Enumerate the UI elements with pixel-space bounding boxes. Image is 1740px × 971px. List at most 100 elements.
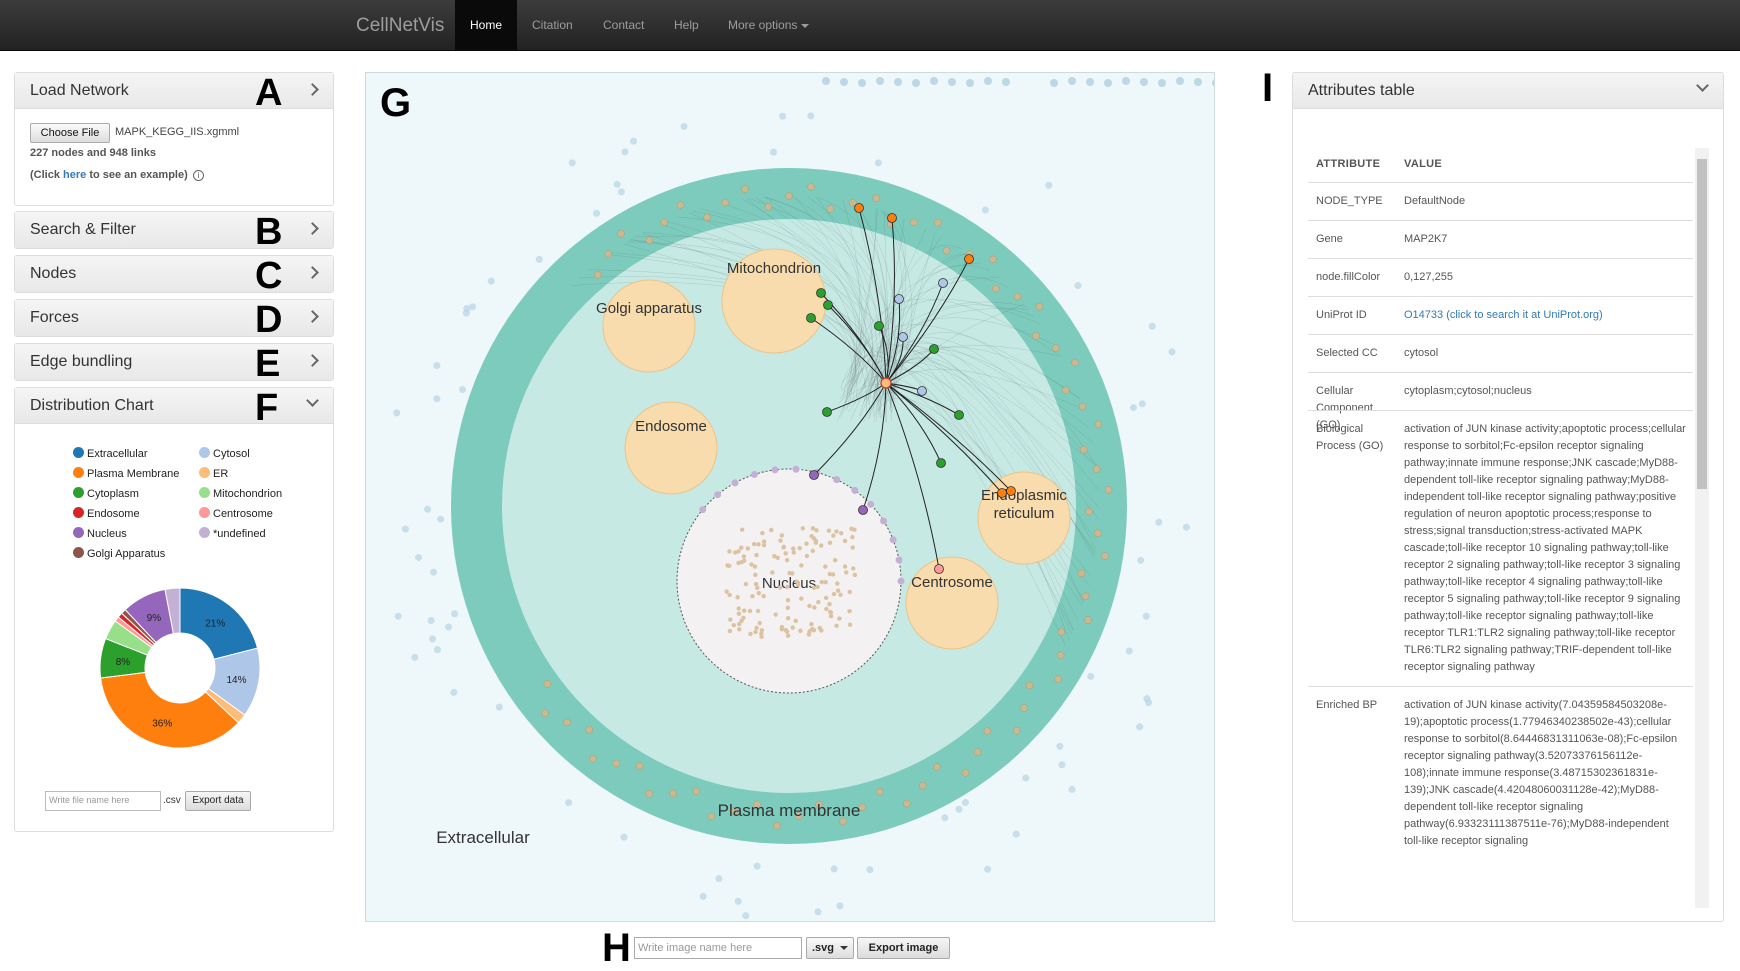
membrane-node[interactable] [807,183,815,191]
nucleus-node[interactable] [742,558,747,563]
extracellular-node[interactable] [424,505,432,513]
nucleus-node[interactable] [787,570,792,576]
extracellular-node[interactable] [487,277,495,285]
membrane-node[interactable] [973,748,982,756]
nav-more-options[interactable]: More options [713,0,824,51]
nucleus-node[interactable] [743,581,749,587]
extracellular-node[interactable] [715,875,723,883]
membrane-node[interactable] [707,812,716,821]
nucleus-node[interactable] [807,603,812,609]
extracellular-node[interactable] [680,122,688,130]
nucleus-node[interactable] [831,533,836,538]
nucleus-node[interactable] [757,620,762,626]
extracellular-node[interactable] [568,159,576,167]
distribution-chart-header[interactable]: Distribution Chart F [15,388,333,428]
nucleus-node[interactable] [756,542,761,547]
attributes-scrollbar-thumb[interactable] [1697,159,1707,489]
nucleus-node[interactable] [832,557,838,563]
nucleus-node[interactable] [785,597,791,603]
extracellular-node[interactable] [1137,556,1145,564]
membrane-node[interactable] [721,198,729,207]
membrane-node[interactable] [617,229,625,238]
nucleus-node[interactable] [727,549,732,554]
nucleus-node[interactable] [828,614,834,619]
undefined-node[interactable] [880,517,888,525]
endosome-compartment[interactable] [624,401,718,495]
protein-node[interactable] [894,294,904,304]
protein-node[interactable] [858,505,868,515]
nucleus-node[interactable] [828,610,834,615]
choose-file-button[interactable]: Choose File [30,123,110,143]
nucleus-node[interactable] [811,585,817,590]
membrane-node[interactable] [1032,332,1040,340]
protein-node[interactable] [938,278,948,288]
extracellular-node[interactable] [621,148,629,156]
image-format-select[interactable]: .svg [806,937,854,959]
membrane-node[interactable] [669,789,677,798]
extracellular-node[interactable] [1129,404,1137,412]
nucleus-node[interactable] [736,621,742,627]
nucleus-node[interactable] [736,611,742,616]
nucleus-node[interactable] [827,540,833,545]
extracellular-node[interactable] [401,525,409,533]
nav-help[interactable]: Help [659,0,714,51]
nucleus-node[interactable] [811,628,817,633]
membrane-node[interactable] [826,205,835,213]
nucleus-node[interactable] [754,552,759,558]
nucleus-node[interactable] [750,594,755,599]
network-graph-svg[interactable]: Golgi apparatus Mitochondrion Endosome Endo… [366,73,1238,921]
extracellular-node[interactable] [620,833,628,841]
membrane-node[interactable] [1057,628,1065,636]
nucleus-node[interactable] [813,538,818,544]
nucleus-node[interactable] [834,529,839,534]
membrane-node[interactable] [983,727,992,735]
nucleus-node[interactable] [755,585,760,590]
protein-node[interactable] [809,470,819,480]
extracellular-node[interactable] [961,799,969,807]
extracellular-node[interactable] [981,206,989,214]
nucleus-node[interactable] [781,545,786,550]
nucleus-node[interactable] [772,554,777,559]
extracellular-node[interactable] [433,362,441,370]
extracellular-node[interactable] [630,137,638,145]
extracellular-node[interactable] [769,148,777,156]
protein-node[interactable] [934,564,944,574]
extracellular-node[interactable] [830,865,838,873]
uniprot-link[interactable]: O14733 (click to search it at UniProt.or… [1404,297,1686,334]
undefined-node[interactable] [867,500,875,508]
extracellular-node[interactable] [1022,774,1030,782]
extracellular-node[interactable] [840,78,848,86]
undefined-node[interactable] [771,466,779,474]
extracellular-node[interactable] [394,612,402,620]
nucleus-node[interactable] [736,606,741,611]
membrane-node[interactable] [1013,292,1022,301]
nucleus-node[interactable] [842,538,848,544]
nucleus-node[interactable] [812,605,817,610]
extracellular-node[interactable] [1212,79,1220,87]
nucleus-node[interactable] [753,629,758,635]
extracellular-node[interactable] [429,635,437,643]
extracellular-node[interactable] [1058,761,1066,769]
extracellular-node[interactable] [966,79,974,87]
extracellular-node[interactable] [427,616,435,624]
membrane-node[interactable] [645,236,654,245]
nucleus-node[interactable] [830,572,836,577]
attributes-header[interactable]: Attributes table [1293,73,1723,109]
nucleus-node[interactable] [804,553,810,559]
membrane-node[interactable] [1025,681,1034,690]
extracellular-node[interactable] [433,395,441,403]
extracellular-node[interactable] [930,77,938,85]
nucleus-node[interactable] [842,564,848,569]
nucleus-node[interactable] [816,599,821,605]
extracellular-node[interactable] [1145,699,1153,707]
nucleus-node[interactable] [817,625,822,631]
extracellular-node[interactable] [1125,647,1133,655]
nucleus-node[interactable] [824,606,829,612]
membrane-node[interactable] [1094,420,1103,429]
membrane-node[interactable] [741,185,749,193]
nucleus-node[interactable] [791,546,796,551]
nucleus-node[interactable] [835,581,840,586]
extracellular-node[interactable] [1056,742,1064,750]
nucleus-node[interactable] [847,589,852,595]
nucleus-node[interactable] [794,579,799,584]
